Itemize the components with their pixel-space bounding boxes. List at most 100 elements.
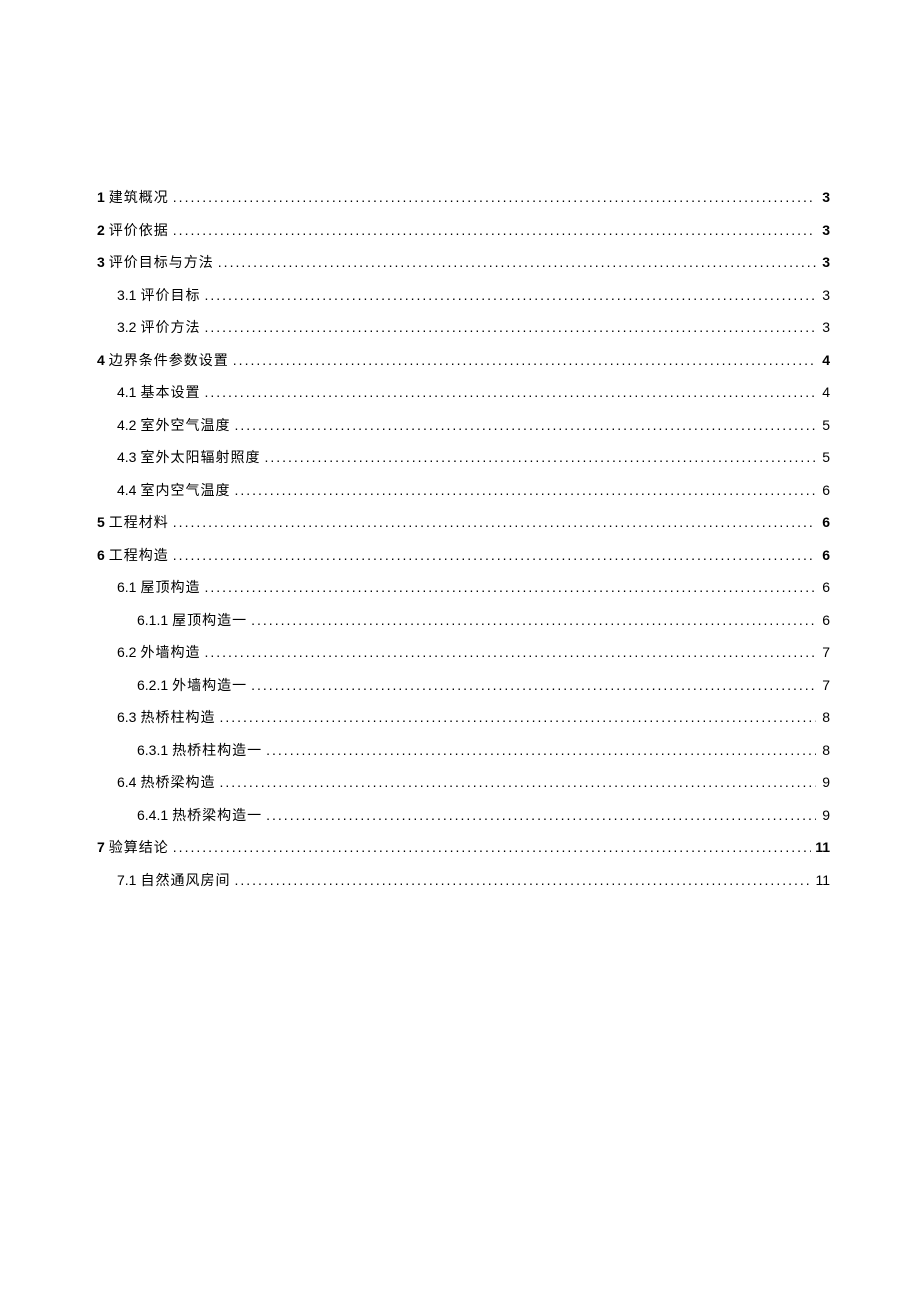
toc-entry-label: 室外太阳辐射照度: [140, 452, 260, 466]
toc-leader-dots: [204, 320, 816, 334]
toc-entry-number: 6: [97, 548, 105, 562]
toc-entry-number: 6.4.1: [137, 808, 168, 822]
toc-entry[interactable]: 6.1.1 屋顶构造一 6: [97, 613, 830, 629]
toc-entry-number: 7.1: [117, 873, 136, 887]
toc-leader-dots: [233, 353, 816, 367]
toc-entry-page: 6: [820, 613, 830, 627]
toc-entry-page: 5: [820, 418, 830, 432]
toc-leader-dots: [234, 483, 816, 497]
toc-entry-page: 3: [820, 223, 830, 237]
toc-entry[interactable]: 6.4.1 热桥梁构造一 9: [97, 808, 830, 824]
toc-entry-label: 工程构造: [109, 550, 169, 564]
toc-entry[interactable]: 6.3.1 热桥柱构造一 8: [97, 743, 830, 759]
toc-entry[interactable]: 6.1屋顶构造6: [97, 580, 830, 596]
toc-entry[interactable]: 1 建筑概况 3: [97, 190, 830, 206]
toc-leader-dots: [266, 743, 816, 757]
toc-entry-number: 4.2: [117, 418, 136, 432]
toc-entry-label: 评价方法: [140, 322, 200, 336]
toc-entry-number: 4.3: [117, 450, 136, 464]
toc-entry-page: 3: [820, 255, 830, 269]
toc-entry-label: 室外空气温度: [140, 420, 230, 434]
toc-leader-dots: [251, 678, 816, 692]
toc-entry[interactable]: 7 验算结论 11: [97, 840, 830, 856]
toc-entry-number: 6.2: [117, 645, 136, 659]
toc-entry[interactable]: 3.1 评价目标 3: [97, 288, 830, 304]
toc-entry[interactable]: 6 工程构造 6: [97, 548, 830, 564]
toc-entry-page: 8: [820, 710, 830, 724]
toc-entry-number: 4.4: [117, 483, 136, 497]
toc-leader-dots: [266, 808, 816, 822]
toc-entry-label: 基本设置: [140, 387, 200, 401]
toc-entry-label: 屋顶构造一: [172, 615, 247, 629]
toc-entry-page: 6: [820, 515, 830, 529]
toc-leader-dots: [251, 613, 816, 627]
toc-entry-page: 9: [820, 775, 830, 789]
toc-entry-number: 6.3.1: [137, 743, 168, 757]
toc-entry-number: 3.1: [117, 288, 136, 302]
toc-entry[interactable]: 6.2.1 外墙构造一 7: [97, 678, 830, 694]
toc-entry-number: 7: [97, 840, 105, 854]
toc-entry-number: 5: [97, 515, 105, 529]
toc-leader-dots: [204, 288, 816, 302]
toc-entry-label: 热桥梁构造: [140, 777, 215, 791]
toc-entry-page: 8: [820, 743, 830, 757]
toc-entry[interactable]: 3 评价目标与方法 3: [97, 255, 830, 271]
toc-entry-number: 6.2.1: [137, 678, 168, 692]
toc-entry-label: 自然通风房间: [140, 875, 230, 889]
toc-entry[interactable]: 6.2外墙构造7: [97, 645, 830, 661]
toc-entry[interactable]: 4.4 室内空气温度 6: [97, 483, 830, 499]
toc-leader-dots: [234, 873, 811, 887]
toc-entry-label: 热桥柱构造一: [172, 745, 262, 759]
toc-entry-page: 9: [820, 808, 830, 822]
toc-entry[interactable]: 4 边界条件参数设置 4: [97, 353, 830, 369]
toc-entry-page: 3: [820, 190, 830, 204]
toc-entry-label: 边界条件参数设置: [109, 355, 229, 369]
toc-entry[interactable]: 4.3 室外太阳辐射照度 5: [97, 450, 830, 466]
toc-entry-label: 评价目标: [140, 290, 200, 304]
toc-leader-dots: [173, 190, 816, 204]
toc-entry-label: 屋顶构造: [140, 582, 200, 596]
toc-entry-number: 1: [97, 190, 105, 204]
toc-entry-number: 3: [97, 255, 105, 269]
toc-entry[interactable]: 5 工程材料 6: [97, 515, 830, 531]
toc-entry-label: 工程材料: [109, 517, 169, 531]
toc-entry-number: 4: [97, 353, 105, 367]
toc-leader-dots: [264, 450, 816, 464]
toc-entry-label: 热桥梁构造一: [172, 810, 262, 824]
toc-leader-dots: [173, 548, 816, 562]
toc-entry-page: 4: [820, 353, 830, 367]
toc-entry[interactable]: 4.1基本设置4: [97, 385, 830, 401]
toc-entry-label: 评价目标与方法: [109, 257, 214, 271]
toc-leader-dots: [173, 223, 816, 237]
toc-entry-label: 外墙构造一: [172, 680, 247, 694]
toc-entry-number: 4.1: [117, 385, 136, 399]
toc-entry-label: 评价依据: [109, 225, 169, 239]
toc-leader-dots: [234, 418, 816, 432]
toc-entry[interactable]: 3.2 评价方法 3: [97, 320, 830, 336]
toc-entry-number: 6.1: [117, 580, 136, 594]
toc-entry-number: 6.4: [117, 775, 136, 789]
toc-leader-dots: [204, 580, 816, 594]
toc-entry-page: 5: [820, 450, 830, 464]
toc-entry-number: 3.2: [117, 320, 136, 334]
toc-entry[interactable]: 7.1自然通风房间11: [97, 873, 830, 889]
toc-entry[interactable]: 6.4 热桥梁构造 9: [97, 775, 830, 791]
toc-leader-dots: [218, 255, 816, 269]
toc-entry-page: 6: [820, 483, 830, 497]
toc-entry-number: 2: [97, 223, 105, 237]
toc-entry[interactable]: 2 评价依据 3: [97, 223, 830, 239]
toc-entry[interactable]: 6.3热桥柱构造8: [97, 710, 830, 726]
toc-entry-label: 建筑概况: [109, 192, 169, 206]
toc-entry-page: 7: [820, 678, 830, 692]
toc-entry-page: 6: [820, 548, 830, 562]
toc-entry-number: 6.1.1: [137, 613, 168, 627]
toc-entry-page: 11: [815, 840, 830, 854]
toc-entry-label: 室内空气温度: [140, 485, 230, 499]
toc-entry-label: 验算结论: [109, 842, 169, 856]
toc-entry[interactable]: 4.2 室外空气温度 5: [97, 418, 830, 434]
toc-leader-dots: [204, 385, 816, 399]
toc-entry-page: 3: [820, 320, 830, 334]
toc-leader-dots: [219, 775, 816, 789]
toc-entry-page: 3: [820, 288, 830, 302]
toc-leader-dots: [173, 515, 816, 529]
